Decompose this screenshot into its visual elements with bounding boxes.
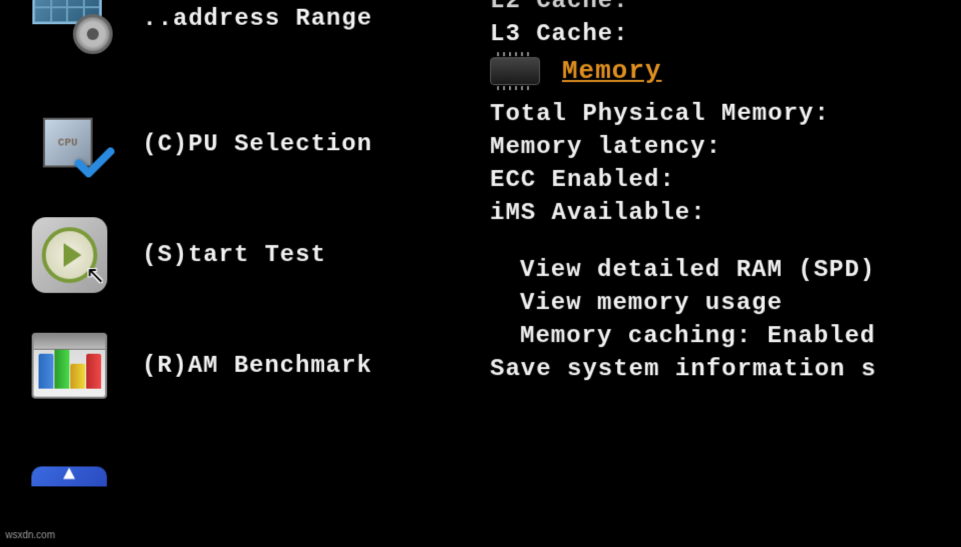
total-physical-memory-label: Total Physical Memory:: [490, 100, 961, 128]
menu-item-cpu-selection[interactable]: CPU (C)PU Selection: [32, 106, 480, 182]
memory-caching-label: Memory caching: Enabled: [520, 323, 961, 350]
memory-link[interactable]: Memory: [562, 56, 662, 86]
l2-cache-label: L2 Cache:: [490, 0, 961, 15]
ims-available-label: iMS Available:: [490, 200, 961, 227]
l3-cache-label: L3 Cache:: [490, 20, 961, 48]
memory-info-group: Total Physical Memory: Memory latency: E…: [490, 100, 961, 227]
play-button-icon: ↖: [32, 217, 108, 293]
save-system-info-link[interactable]: Save system information s: [490, 356, 961, 383]
cursor-icon: ↖: [85, 261, 105, 291]
menu-label-address-range: ..address Range: [142, 5, 372, 32]
bar-chart-icon: [32, 328, 108, 404]
menu-label-ram-benchmark: (R)AM Benchmark: [142, 352, 372, 379]
cpu-check-icon: CPU: [32, 107, 108, 183]
watermark: wsxdn.com: [5, 530, 55, 541]
memory-section-header: Memory: [490, 55, 961, 86]
view-memory-usage-link[interactable]: View memory usage: [520, 290, 961, 317]
sidebar-menu: ..address Range CPU (C)PU Selection: [1, 0, 480, 546]
view-detailed-ram-link[interactable]: View detailed RAM (SPD): [520, 257, 961, 284]
menu-label-cpu-selection: (C)PU Selection: [142, 131, 372, 158]
info-panel: L2 Cache: L3 Cache: Memory Total Physica…: [480, 0, 961, 547]
menu-item-address-range[interactable]: ..address Range: [32, 0, 480, 57]
ecc-enabled-label: ECC Enabled:: [490, 167, 961, 194]
memory-actions-group: View detailed RAM (SPD) View memory usag…: [490, 257, 961, 350]
memory-chip-icon: [490, 57, 540, 85]
grid-gear-icon: [32, 0, 108, 57]
menu-item-start-test[interactable]: ↖ (S)tart Test: [32, 217, 480, 293]
menu-item-partial-bottom[interactable]: ▲: [31, 438, 480, 515]
arrow-icon: ▲: [31, 438, 107, 514]
menu-item-ram-benchmark[interactable]: (R)AM Benchmark: [32, 328, 480, 404]
menu-label-start-test: (S)tart Test: [142, 242, 326, 269]
memory-latency-label: Memory latency:: [490, 134, 961, 162]
